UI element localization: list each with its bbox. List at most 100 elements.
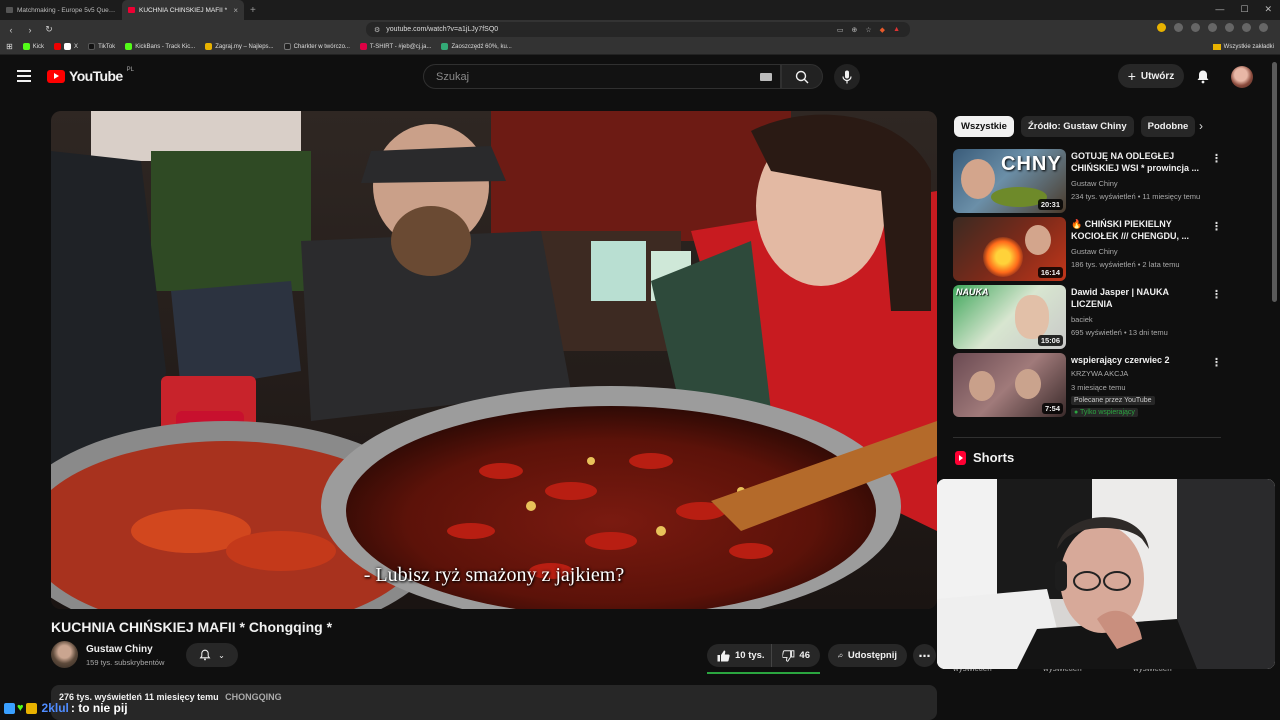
browser-tab-youtube[interactable]: KUCHNIA CHIŃSKIEJ MAFII * × [122, 0, 244, 20]
video-duration: 7:54 [1041, 403, 1063, 414]
thumbnail-text: CHNY [1001, 153, 1062, 175]
chevron-right-icon[interactable]: › [1199, 119, 1203, 133]
share-button[interactable]: Udostępnij [828, 644, 907, 667]
all-bookmarks[interactable]: Wszystkie zakładki [1212, 43, 1274, 50]
extension-icon[interactable] [1157, 23, 1166, 32]
extension-icon[interactable] [1242, 23, 1251, 32]
new-tab-icon[interactable]: + [244, 5, 262, 16]
chip-all[interactable]: Wszystkie [954, 116, 1014, 137]
video-thumbnail[interactable]: 7:54 [953, 353, 1066, 417]
browser-tab-matchmaking[interactable]: Matchmaking - Europe 5v5 Queue - [0, 0, 122, 20]
recommendation-title[interactable]: Dawid Jasper | NAUKA LICZENIA [1071, 286, 1206, 310]
subscriber-count: 159 tys. subskrybentów [86, 658, 165, 667]
channel-name[interactable]: Gustaw Chiny [86, 644, 153, 655]
recommendation-channel[interactable]: Gustaw Chiny [1071, 247, 1118, 256]
search-button[interactable] [781, 64, 823, 89]
description-box[interactable]: 276 tys. wyświetleń 11 miesięcy temu CHO… [51, 685, 937, 720]
hamburger-menu-icon[interactable] [17, 70, 31, 85]
extension-icon[interactable] [1174, 23, 1183, 32]
more-options-icon[interactable]: ⋮ [1211, 152, 1222, 165]
thumbnail-text: NAUKA [956, 287, 989, 297]
create-button[interactable]: + Utwórz [1118, 64, 1184, 88]
bookmark-label: Zaoszczędź 60%, ku... [451, 43, 512, 50]
folder-icon [1212, 43, 1221, 50]
bookmark-label: Zagraj.my – Najleps... [215, 43, 274, 50]
extension-icon[interactable] [1225, 23, 1234, 32]
badge-icon [4, 702, 15, 714]
thumbnail-face [969, 371, 995, 401]
maximize-icon[interactable]: ☐ [1240, 4, 1248, 15]
recommendation-item[interactable]: CHNY 20:31 GOTUJĘ NA ODLEGŁEJ CHIŃSKIEJ … [953, 149, 1223, 213]
bookmark-zaoszczedz[interactable]: Zaoszczędź 60%, ku... [441, 43, 512, 50]
recommended-badge: Polecane przez YouTube [1071, 396, 1155, 405]
close-tab-icon[interactable]: × [233, 6, 238, 15]
forward-icon[interactable]: › [22, 25, 38, 35]
address-bar[interactable]: ⚙ youtube.com/watch?v=a1jLJy7fSQ0 ▭ ⊕ ☆ … [366, 22, 910, 37]
recommendation-item[interactable]: NAUKA 15:06 Dawid Jasper | NAUKA LICZENI… [953, 285, 1223, 349]
site-info-icon[interactable]: ⚙ [374, 26, 380, 34]
shield-icon[interactable]: ◆ [880, 26, 885, 34]
members-only-label: Tylko wspierający [1080, 409, 1135, 416]
youtube-logo[interactable]: YouTube PL [47, 67, 134, 84]
bookmark-kickbans[interactable]: KickBans - Track Kic... [125, 43, 195, 50]
recommendation-channel[interactable]: KRZYWA AKCJA [1071, 369, 1128, 378]
more-actions-icon[interactable]: ⋯ [913, 644, 936, 667]
notifications-bell-icon[interactable] [1196, 69, 1210, 89]
alert-icon[interactable]: ▲ [893, 26, 900, 34]
like-button[interactable]: 10 tys. [707, 644, 777, 667]
minimize-icon[interactable]: — [1215, 4, 1224, 15]
more-options-icon[interactable]: ⋮ [1211, 288, 1222, 301]
video-player[interactable]: - Lubisz ryż smażony z jajkiem? [51, 111, 937, 609]
account-avatar[interactable] [1231, 66, 1253, 88]
bookmark-kick[interactable]: Kick [22, 43, 45, 50]
bookmark-tshirt[interactable]: T-SHIRT - #jeb@cj.ja... [359, 43, 432, 50]
like-ratio-bar [707, 672, 820, 674]
subscription-button[interactable]: ⌄ [186, 643, 238, 667]
description-tag[interactable]: CHONGQING [225, 692, 282, 702]
kick-icon [125, 43, 133, 50]
bookmark-charkter[interactable]: Charkter w twórczo... [283, 43, 350, 50]
bookmark-star-icon[interactable]: ☆ [865, 26, 871, 34]
recommendation-title[interactable]: GOTUJĘ NA ODLEGŁEJ CHIŃSKIEJ WSI * prowi… [1071, 150, 1206, 174]
shorts-header: Shorts [955, 450, 1014, 465]
recommendation-title[interactable]: 🔥 CHIŃSKI PIEKIELNY KOCIOŁEK /// CHENGDU… [1071, 218, 1206, 242]
menu-icon[interactable] [1259, 23, 1268, 32]
thumbnail-fire [983, 237, 1023, 277]
bookmark-label: Kick [32, 43, 45, 50]
more-options-icon[interactable]: ⋮ [1211, 356, 1222, 369]
recommendation-title[interactable]: wspierający czerwiec 2 [1071, 354, 1206, 366]
close-window-icon[interactable]: ✕ [1264, 4, 1272, 15]
browser-tab-strip: Matchmaking - Europe 5v5 Queue - KUCHNIA… [0, 0, 1280, 20]
extension-icon[interactable] [1208, 23, 1217, 32]
thumbnail-face [1015, 369, 1041, 399]
video-thumbnail[interactable]: CHNY 20:31 [953, 149, 1066, 213]
channel-avatar[interactable] [51, 641, 78, 668]
country-code: PL [126, 67, 134, 73]
zoom-icon[interactable]: ⊕ [852, 26, 858, 34]
voice-search-button[interactable] [834, 64, 860, 90]
chip-related[interactable]: Podobne [1140, 116, 1196, 137]
video-thumbnail[interactable]: 16:14 [953, 217, 1066, 281]
page-scrollbar[interactable] [1272, 62, 1277, 302]
recommendation-meta: 234 tys. wyświetleń • 11 miesięcy temu [1071, 192, 1201, 201]
more-options-icon[interactable]: ⋮ [1211, 220, 1222, 233]
bookmark-label: T-SHIRT - #jeb@cj.ja... [369, 43, 432, 50]
apps-grid-icon[interactable]: ⊞ [6, 42, 13, 51]
extension-icon[interactable] [1191, 23, 1200, 32]
back-icon[interactable]: ‹ [3, 25, 19, 35]
bookmark-zagraj[interactable]: Zagraj.my – Najleps... [205, 43, 274, 50]
cast-icon[interactable]: ▭ [837, 26, 844, 34]
bookmark-x[interactable]: X [54, 43, 78, 50]
bookmark-tiktok[interactable]: TikTok [88, 43, 115, 50]
keyboard-icon[interactable] [760, 73, 772, 81]
recommendation-item[interactable]: 16:14 🔥 CHIŃSKI PIEKIELNY KOCIOŁEK /// C… [953, 217, 1223, 281]
x-icon [64, 43, 72, 50]
recommendation-channel[interactable]: baciek [1071, 315, 1093, 324]
reload-icon[interactable]: ↻ [41, 24, 57, 35]
recommendation-channel[interactable]: Gustaw Chiny [1071, 179, 1118, 188]
video-thumbnail[interactable]: NAUKA 15:06 [953, 285, 1066, 349]
recommendation-item[interactable]: 7:54 wspierający czerwiec 2 KRZYWA AKCJA… [953, 353, 1223, 423]
chip-from-channel[interactable]: Źródło: Gustaw Chiny [1020, 116, 1134, 137]
search-input[interactable]: Szukaj [423, 64, 781, 89]
dislike-button[interactable]: 46 [771, 644, 820, 667]
